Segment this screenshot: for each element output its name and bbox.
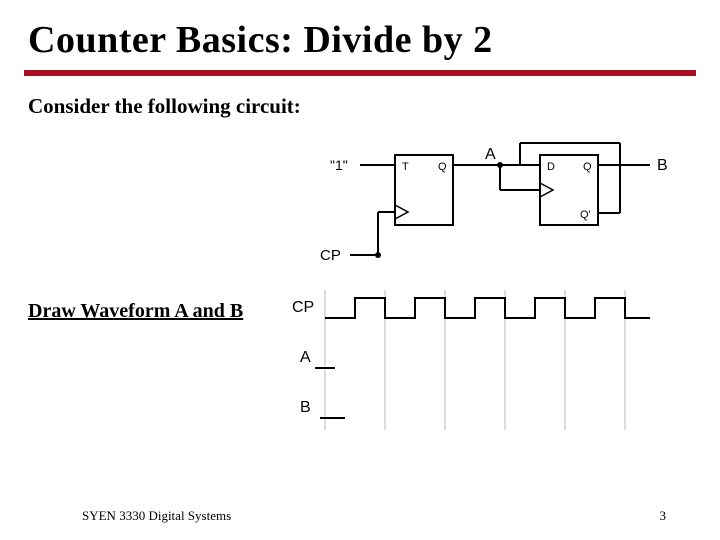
ff2-out1-label: Q [583, 161, 592, 173]
wave-cp-label: CP [292, 299, 314, 316]
signal-b-label: B [657, 157, 668, 174]
ff2-in-label: D [547, 161, 555, 173]
signal-a-label: A [485, 146, 496, 163]
draw-waveform-title: Draw Waveform A and B [28, 300, 243, 323]
page-title: Counter Basics: Divide by 2 [0, 0, 720, 62]
ff1-out-label: Q [438, 161, 447, 173]
circuit-diagram: T Q D Q Q' "1" A B CP [290, 135, 690, 290]
ff2-out2-label: Q' [580, 209, 591, 221]
wave-a-label: A [300, 349, 311, 366]
footer-page-number: 3 [660, 508, 667, 524]
waveform-diagram: CP A B [290, 290, 690, 440]
input-one-label: "1" [330, 157, 348, 173]
footer-course: SYEN 3330 Digital Systems [82, 508, 231, 524]
ff1-in-label: T [402, 161, 409, 173]
subtitle: Consider the following circuit: [0, 76, 720, 119]
clock-label-circuit: CP [320, 247, 341, 264]
footer: SYEN 3330 Digital Systems 3 [0, 508, 720, 526]
wave-b-label: B [300, 399, 311, 416]
